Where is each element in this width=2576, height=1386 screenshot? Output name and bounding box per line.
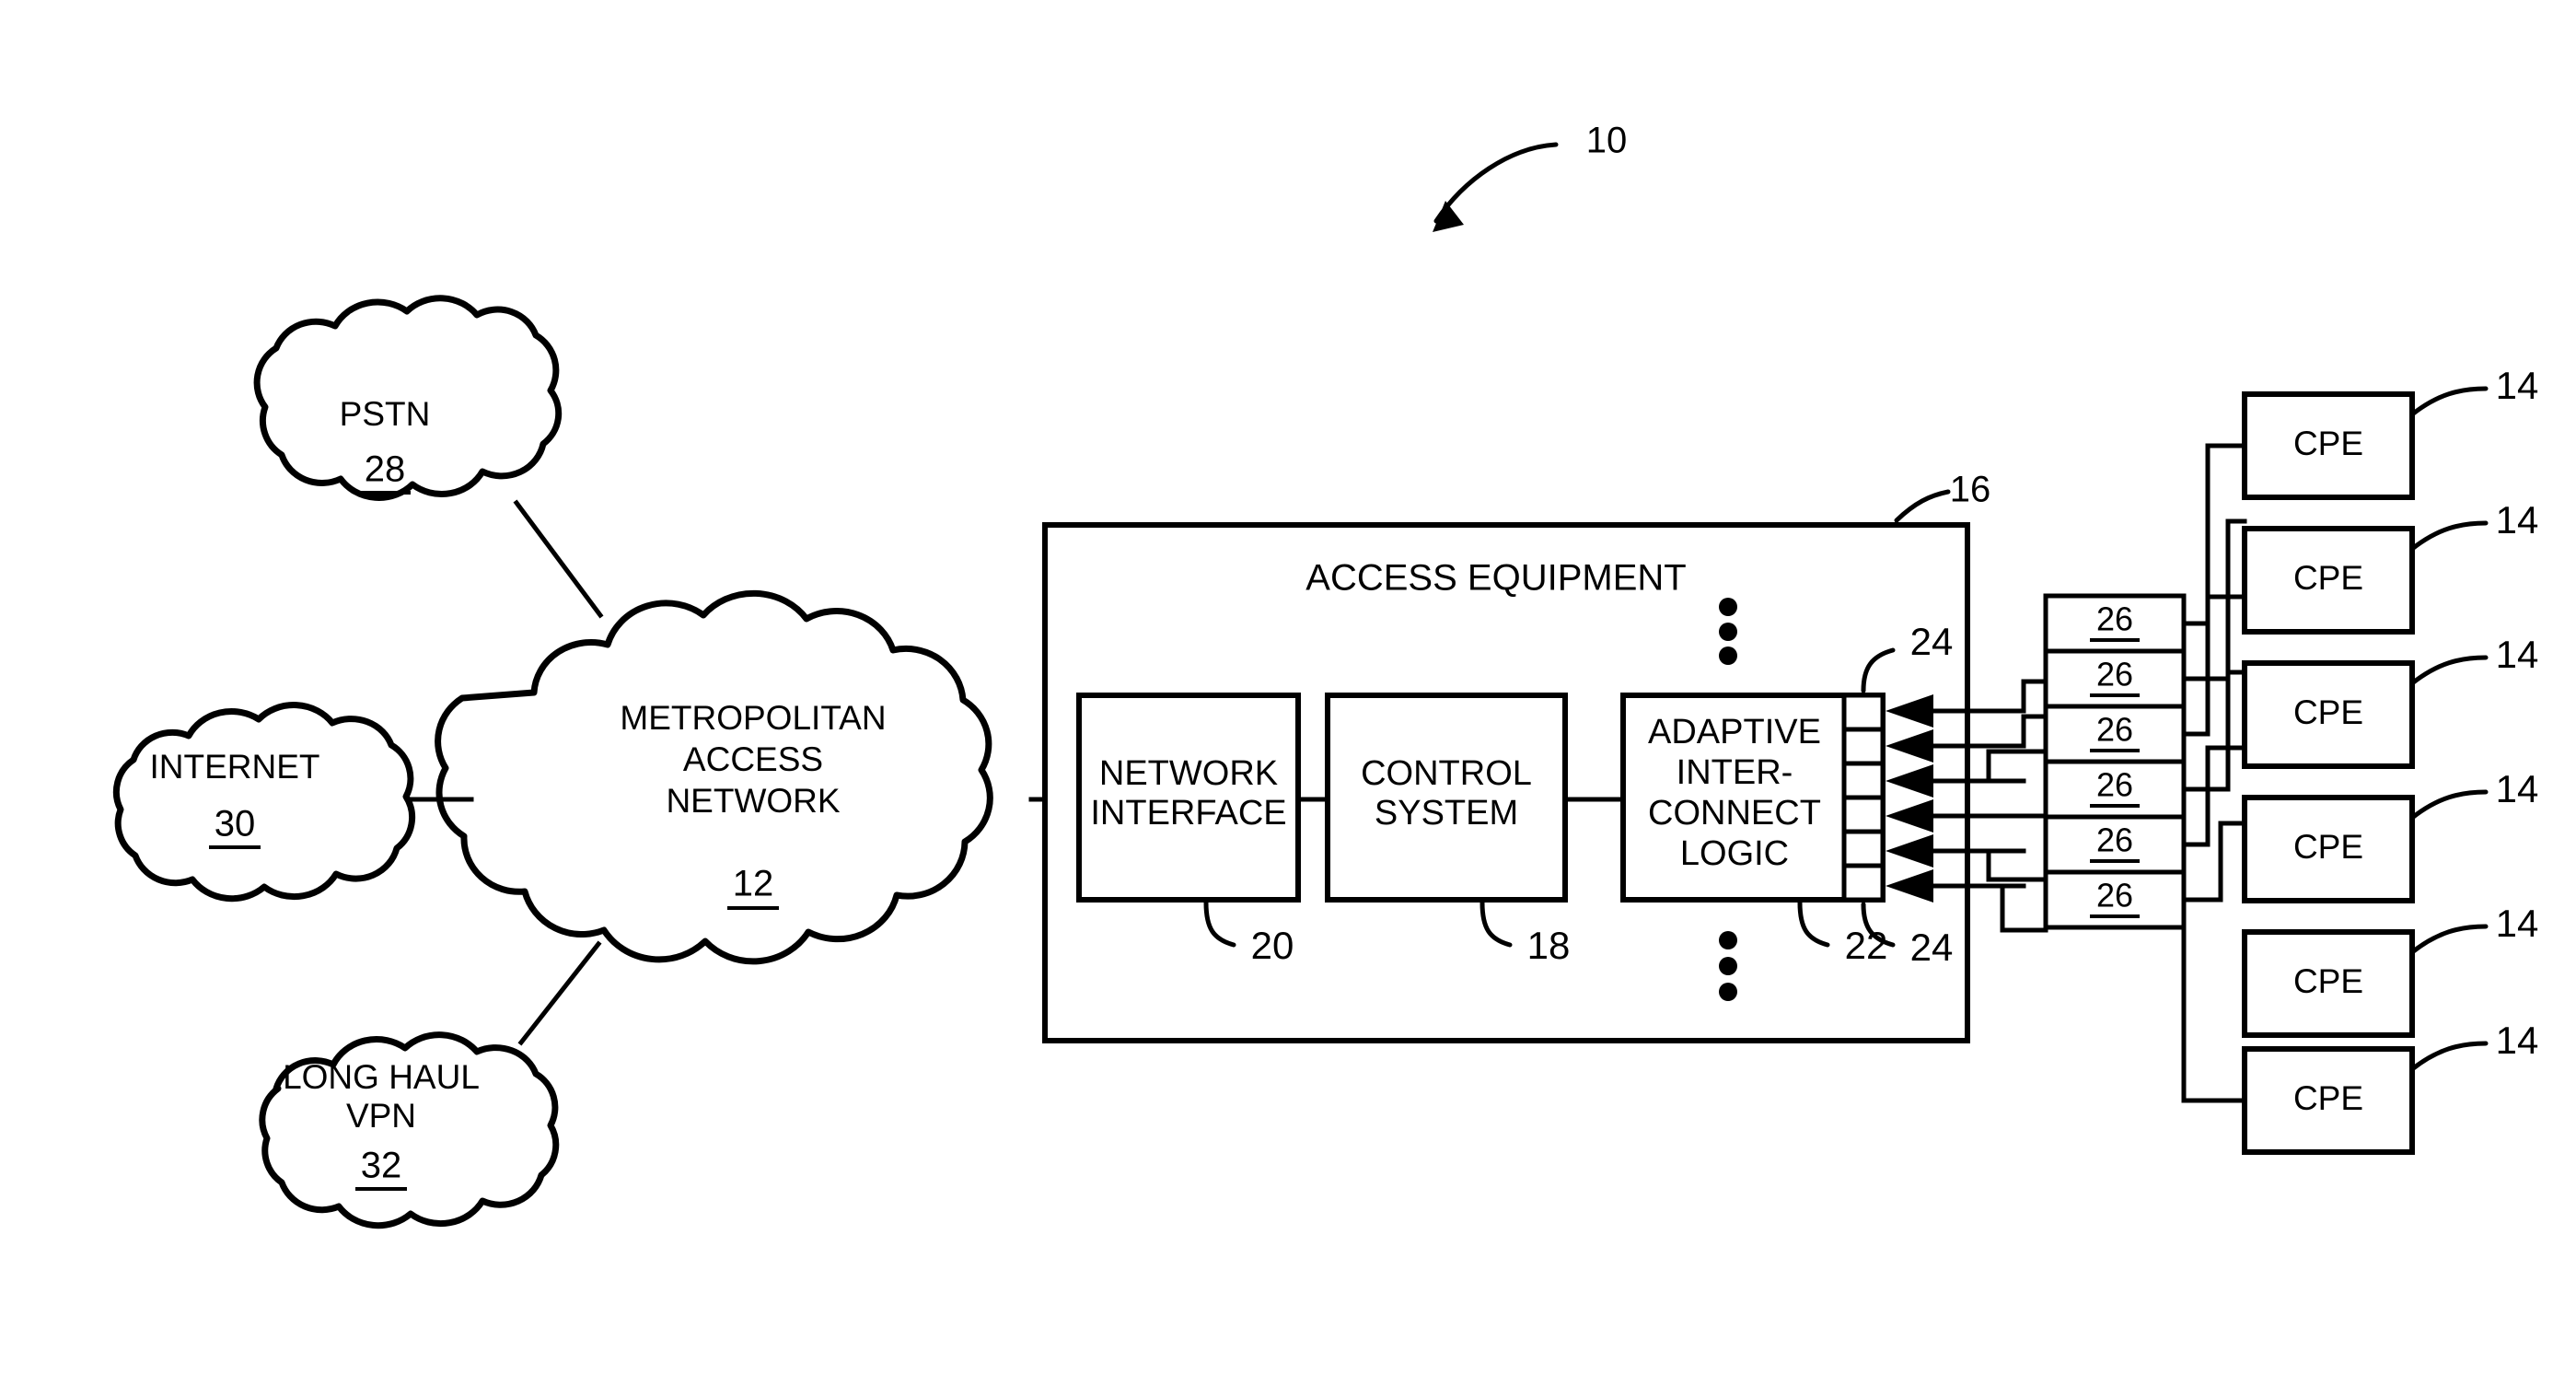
cpe-route-2 bbox=[2181, 518, 2247, 681]
cpe-item-5: CPE 14 bbox=[2242, 902, 2539, 1038]
cpe-4-ref-label: 14 bbox=[2496, 767, 2539, 810]
ref-20-label: 20 bbox=[1251, 924, 1294, 967]
port-cell-6 bbox=[1841, 863, 1886, 903]
line-unit-to-cpe-routing bbox=[2181, 443, 2247, 1103]
cpe-1-ref-leader bbox=[2409, 386, 2489, 417]
cpe-3-label: CPE bbox=[2293, 693, 2363, 731]
cpe-item-4: CPE 14 bbox=[2242, 767, 2539, 903]
cpe-item-1: CPE 14 bbox=[2242, 364, 2539, 500]
line-unit-4-label: 26 bbox=[2096, 766, 2133, 804]
patent-figure: 10 PSTN 28 INTERNET 30 LONG HAUL VPN 32 bbox=[0, 0, 2576, 1386]
cloud-internet-ref: 30 bbox=[215, 804, 256, 844]
link-pstn-to-metro bbox=[513, 499, 604, 619]
route-6 bbox=[2000, 883, 2048, 933]
cpe-route-4 bbox=[2181, 670, 2247, 792]
control-system-line1: CONTROL bbox=[1361, 754, 1532, 793]
cloud-metro-label-line1: METROPOLITAN bbox=[620, 699, 886, 737]
ref-18-label: 18 bbox=[1527, 924, 1571, 967]
adaptive-logic-line4: LOGIC bbox=[1680, 834, 1789, 873]
port-cell-4 bbox=[1841, 795, 1886, 834]
ref-22-label: 22 bbox=[1845, 924, 1888, 967]
cpe-3-ref-label: 14 bbox=[2496, 633, 2539, 676]
cpe-5-ref-leader bbox=[2409, 924, 2489, 955]
ellipsis-upper bbox=[1719, 598, 1737, 665]
port-cell-2 bbox=[1841, 727, 1886, 766]
port-cell-5 bbox=[1841, 829, 1886, 868]
cpe-route-7 bbox=[2181, 897, 2247, 1103]
cloud-metropolitan-access-network: METROPOLITAN ACCESS NETWORK 12 bbox=[435, 589, 993, 965]
ref-24-bottom-label: 24 bbox=[1910, 926, 1954, 969]
link-vpn-to-metro bbox=[517, 940, 602, 1046]
control-system-line2: SYSTEM bbox=[1375, 794, 1518, 833]
cloud-metro-label-line3: NETWORK bbox=[666, 782, 840, 820]
cpe-6-ref-leader bbox=[2409, 1041, 2489, 1072]
cpe-6-ref-label: 14 bbox=[2496, 1019, 2539, 1062]
cpe-route-6 bbox=[2181, 821, 2247, 903]
line-unit-5-label: 26 bbox=[2096, 821, 2133, 859]
adaptive-logic-line1: ADAPTIVE bbox=[1648, 713, 1821, 751]
network-interface-line2: INTERFACE bbox=[1090, 794, 1286, 833]
cloud-internet: INTERNET 30 bbox=[112, 702, 416, 903]
ref-16-leader bbox=[1894, 489, 1951, 523]
cpe-column: CPE 14 CPE 14 CPE 14 CPE 14 CPE 14 CPE 1… bbox=[2242, 364, 2539, 1155]
cpe-1-ref-label: 14 bbox=[2496, 364, 2539, 407]
cpe-4-ref-leader bbox=[2409, 789, 2489, 821]
cpe-4-label: CPE bbox=[2293, 828, 2363, 866]
cpe-item-6: CPE 14 bbox=[2242, 1019, 2539, 1155]
cpe-item-3: CPE 14 bbox=[2242, 633, 2539, 769]
line-unit-6-label: 26 bbox=[2096, 877, 2133, 914]
port-cell-1 bbox=[1841, 693, 1886, 732]
cloud-internet-label: INTERNET bbox=[150, 748, 320, 786]
cloud-long-haul-vpn: LONG HAUL VPN 32 bbox=[259, 1031, 560, 1229]
cpe-2-ref-leader bbox=[2409, 520, 2489, 552]
adaptive-logic-line3: CONNECT bbox=[1648, 794, 1821, 833]
cloud-vpn-ref: 32 bbox=[361, 1146, 402, 1186]
route-1 bbox=[2021, 679, 2048, 714]
cloud-pstn-ref: 28 bbox=[365, 449, 406, 490]
ellipsis-lower bbox=[1719, 931, 1737, 1001]
port-cell-3 bbox=[1841, 761, 1886, 800]
route-5 bbox=[1986, 848, 2048, 882]
cpe-1-label: CPE bbox=[2293, 425, 2363, 462]
line-unit-3-label: 26 bbox=[2096, 711, 2133, 749]
cloud-metro-label-line2: ACCESS bbox=[683, 740, 823, 778]
line-unit-stack: 26 26 26 26 26 26 bbox=[2043, 593, 2187, 930]
cpe-5-ref-label: 14 bbox=[2496, 902, 2539, 945]
figure-number-label: 10 bbox=[1586, 121, 1628, 161]
cloud-vpn-label-line1: LONG HAUL bbox=[283, 1058, 480, 1096]
port-to-line-unit-routing bbox=[1986, 679, 2048, 933]
cpe-item-2: CPE 14 bbox=[2242, 498, 2539, 635]
cpe-3-ref-leader bbox=[2409, 655, 2489, 686]
cloud-metro-ref: 12 bbox=[733, 864, 774, 904]
cpe-5-label: CPE bbox=[2293, 962, 2363, 1000]
figure-canvas: 10 PSTN 28 INTERNET 30 LONG HAUL VPN 32 bbox=[112, 121, 2539, 1229]
route-2 bbox=[2021, 714, 2048, 749]
cpe-route-3 bbox=[2181, 594, 2247, 737]
ref-24-top-label: 24 bbox=[1910, 620, 1954, 663]
cloud-pstn: PSTN 28 bbox=[253, 295, 563, 501]
cpe-route-5 bbox=[2181, 745, 2247, 847]
cpe-2-ref-label: 14 bbox=[2496, 498, 2539, 542]
route-3 bbox=[1986, 749, 2048, 784]
line-unit-2-label: 26 bbox=[2096, 656, 2133, 693]
cloud-vpn-label-line2: VPN bbox=[346, 1097, 416, 1135]
ref-16-label: 16 bbox=[1950, 470, 1991, 510]
network-interface-line1: NETWORK bbox=[1099, 754, 1278, 793]
adaptive-logic-line2: INTER- bbox=[1677, 753, 1793, 792]
cloud-pstn-label: PSTN bbox=[340, 395, 431, 433]
cpe-2-label: CPE bbox=[2293, 559, 2363, 597]
cpe-6-label: CPE bbox=[2293, 1079, 2363, 1117]
figure-number-callout: 10 bbox=[1433, 121, 1627, 232]
line-unit-1-label: 26 bbox=[2096, 600, 2133, 638]
access-equipment-title: ACCESS EQUIPMENT bbox=[1305, 558, 1686, 599]
